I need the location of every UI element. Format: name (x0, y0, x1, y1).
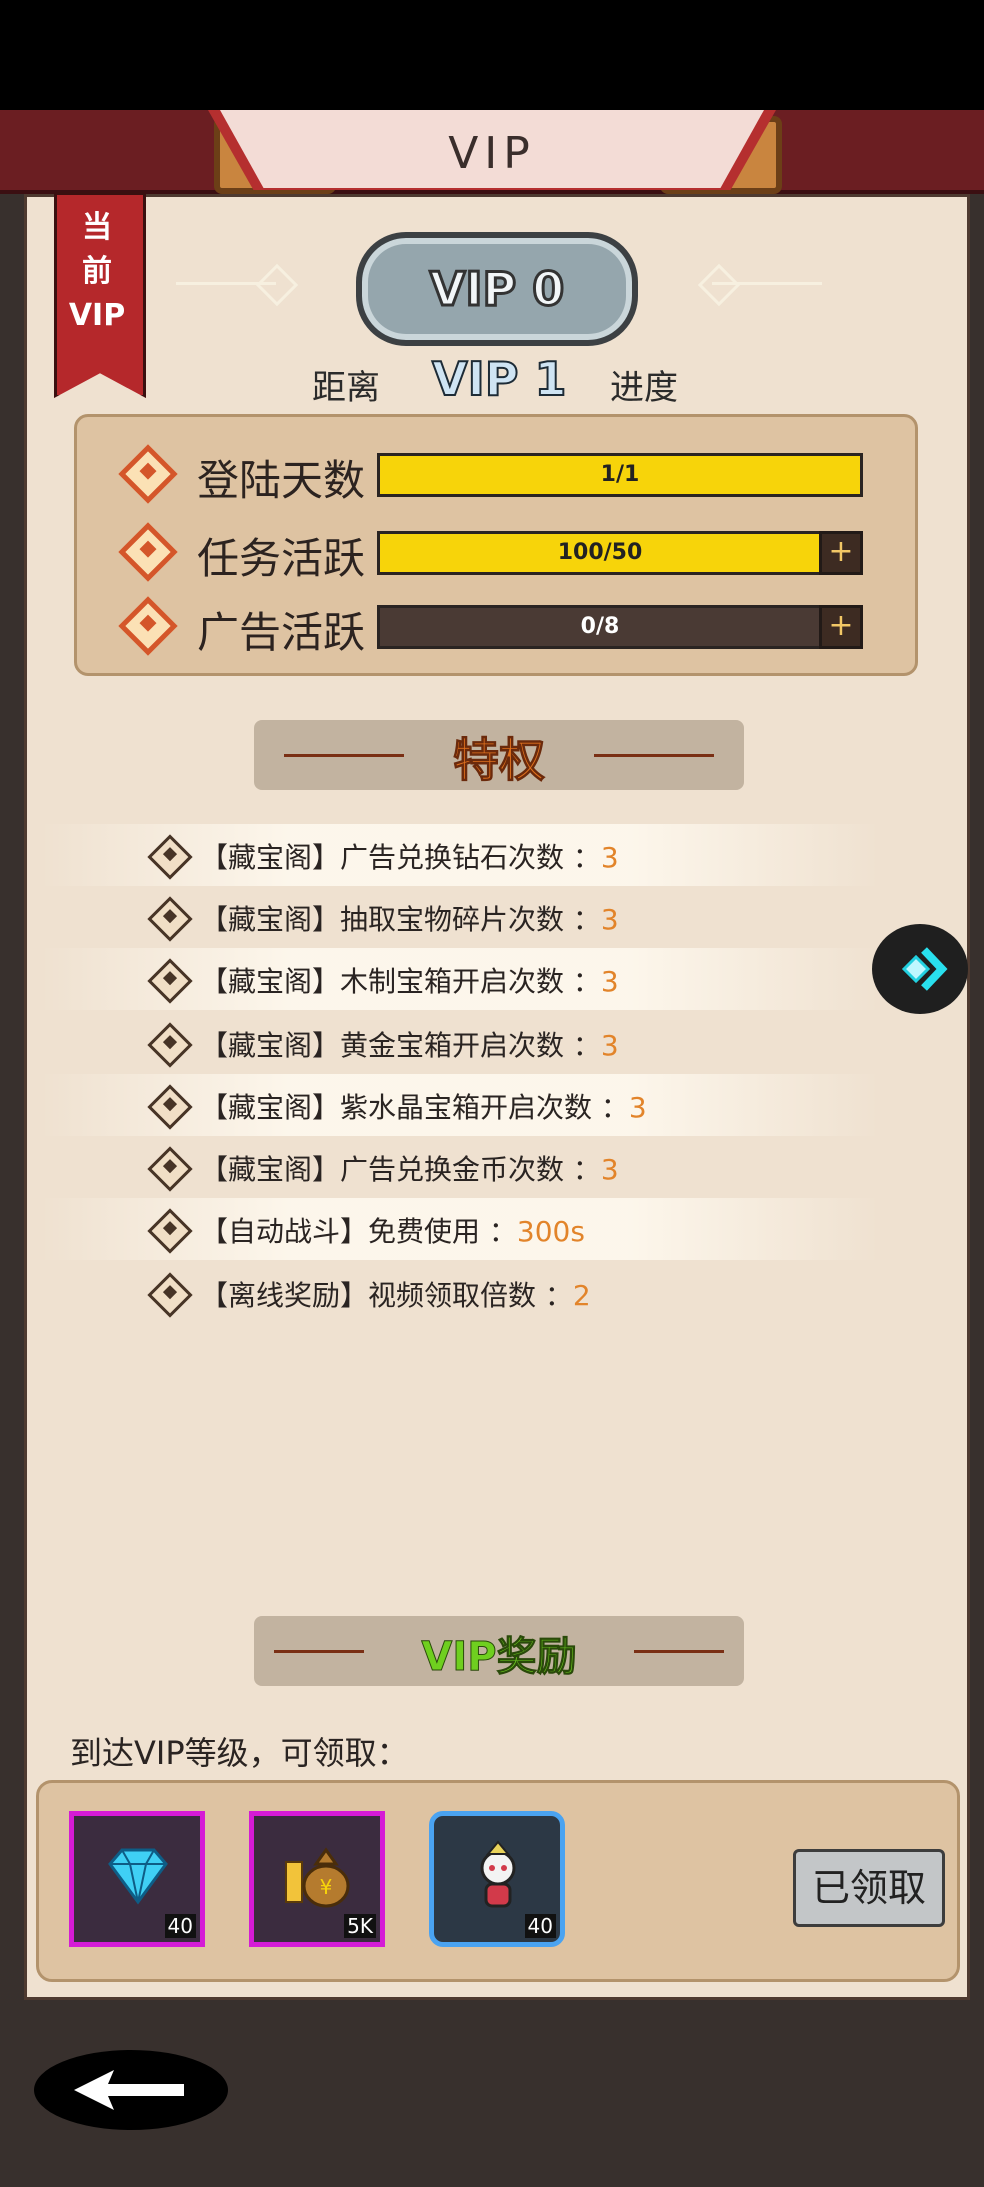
privilege-label: 【藏宝阁】广告兑换钻石次数 ：3 (200, 841, 619, 874)
privilege-label: 【藏宝阁】紫水晶宝箱开启次数 ：3 (200, 1091, 647, 1124)
privilege-row: 【藏宝阁】抽取宝物碎片次数 ：3 (40, 886, 880, 948)
progress-stats-box: 登陆天数 1/1 任务活跃 100/50 + 广告活跃 0/8 + (74, 414, 918, 676)
privilege-diamond-icon (147, 1022, 193, 1068)
ribbon-line: 当 (82, 210, 112, 245)
privilege-row: 【自动战斗】免费使用 ：300s (40, 1198, 880, 1260)
stat-row-task-activity: 任务活跃 100/50 + (77, 521, 915, 583)
privilege-value: 3 (600, 841, 619, 874)
reward-item-diamond[interactable]: 40 (69, 1811, 205, 1947)
privilege-label: 【藏宝阁】广告兑换金币次数 ：3 (200, 1153, 619, 1186)
reward-box: 40 ¥ 5K 40 已领取 (36, 1780, 960, 1982)
privilege-row: 【藏宝阁】紫水晶宝箱开启次数 ：3 (40, 1074, 880, 1136)
diamond-icon (108, 1848, 168, 1905)
stat-progress-bar: 100/50 (377, 531, 823, 575)
privilege-diamond-icon (147, 1084, 193, 1130)
reward-count: 5K (344, 1914, 376, 1938)
ad-activity-plus-button[interactable]: + (819, 605, 863, 649)
reward-count: 40 (164, 1914, 196, 1938)
stat-progress-text: 0/8 (580, 614, 620, 639)
privilege-row: 【藏宝阁】黄金宝箱开启次数 ：3 (40, 1012, 880, 1074)
privilege-row: 【离线奖励】视频领取倍数 ：2 (40, 1262, 880, 1324)
progress-prefix: 距离 (312, 368, 380, 408)
progress-suffix: 进度 (610, 368, 678, 408)
privilege-value: 3 (628, 1091, 647, 1124)
claimed-button[interactable]: 已领取 (793, 1849, 945, 1927)
privilege-row: 【藏宝阁】广告兑换金币次数 ：3 (40, 1136, 880, 1198)
badge-right-divider (712, 282, 822, 285)
privileges-banner: 特权 (254, 720, 744, 790)
stat-row-ad-activity: 广告活跃 0/8 + (77, 595, 915, 657)
privilege-diamond-icon (147, 1272, 193, 1318)
privilege-diamond-icon (147, 958, 193, 1004)
next-vip-level: VIP 1 (431, 351, 567, 407)
privilege-label: 【自动战斗】免费使用 ：300s (200, 1215, 585, 1248)
privilege-value: 3 (600, 965, 619, 998)
stat-progress-bar: 1/1 (377, 453, 863, 497)
stat-diamond-icon (118, 522, 178, 582)
reward-item-hero[interactable]: 40 (429, 1811, 565, 1947)
ribbon-line: VIP (68, 298, 126, 333)
stat-label: 广告活跃 (197, 608, 366, 657)
ribbon-line: 前 (82, 254, 112, 289)
stat-diamond-icon (118, 444, 178, 504)
privilege-diamond-icon (147, 834, 193, 880)
current-vip-label: VIP 0 (428, 261, 565, 318)
money-bag-icon: ¥ (285, 1847, 350, 1908)
banner-right-line (634, 1650, 724, 1653)
stat-row-login-days: 登陆天数 1/1 (77, 443, 915, 505)
page-title: VIP (448, 128, 536, 179)
stat-progress-bar: 0/8 (377, 605, 823, 649)
arrow-left-icon (74, 2070, 184, 2110)
privilege-label: 【藏宝阁】抽取宝物碎片次数 ：3 (200, 903, 619, 936)
svg-text:¥: ¥ (320, 1875, 333, 1899)
privilege-value: 3 (600, 1029, 619, 1062)
privilege-label: 【藏宝阁】木制宝箱开启次数 ：3 (200, 965, 619, 998)
stat-label: 登陆天数 (197, 456, 366, 505)
privilege-value: 2 (572, 1279, 591, 1312)
privilege-row: 【藏宝阁】广告兑换钻石次数 ：3 (40, 824, 880, 886)
current-vip-ribbon-text: 当 前 VIP (54, 206, 140, 338)
stat-progress-text: 100/50 (557, 540, 643, 565)
privilege-diamond-icon (147, 896, 193, 942)
stat-progress-text: 1/1 (600, 462, 640, 487)
privilege-value: 3 (600, 903, 619, 936)
rewards-title: VIP奖励 (421, 1634, 577, 1681)
reward-count: 40 (524, 1914, 556, 1938)
privilege-row: 【藏宝阁】木制宝箱开启次数 ：3 (40, 948, 880, 1010)
hero-character-icon (480, 1840, 516, 1908)
privilege-value: 300s (516, 1215, 585, 1248)
privilege-label: 【离线奖励】视频领取倍数 ：2 (200, 1279, 591, 1312)
privileges-title: 特权 (453, 733, 546, 788)
privilege-diamond-icon (147, 1146, 193, 1192)
next-page-button[interactable] (872, 924, 968, 1014)
privilege-label: 【藏宝阁】黄金宝箱开启次数 ：3 (200, 1029, 619, 1062)
reward-item-gold[interactable]: ¥ 5K (249, 1811, 385, 1947)
reward-caption: 到达VIP等级，可领取： (70, 1734, 409, 1772)
privilege-value: 3 (600, 1153, 619, 1186)
task-activity-plus-button[interactable]: + (819, 531, 863, 575)
chevron-right-icon (901, 947, 948, 991)
top-status-area (0, 0, 984, 110)
stat-label: 任务活跃 (197, 534, 366, 583)
stat-diamond-icon (118, 596, 178, 656)
privilege-diamond-icon (147, 1208, 193, 1254)
rewards-banner: VIP奖励 (254, 1616, 744, 1686)
back-button[interactable] (34, 2050, 228, 2130)
banner-right-line (594, 754, 714, 757)
current-vip-badge: VIP 0 (356, 232, 638, 346)
